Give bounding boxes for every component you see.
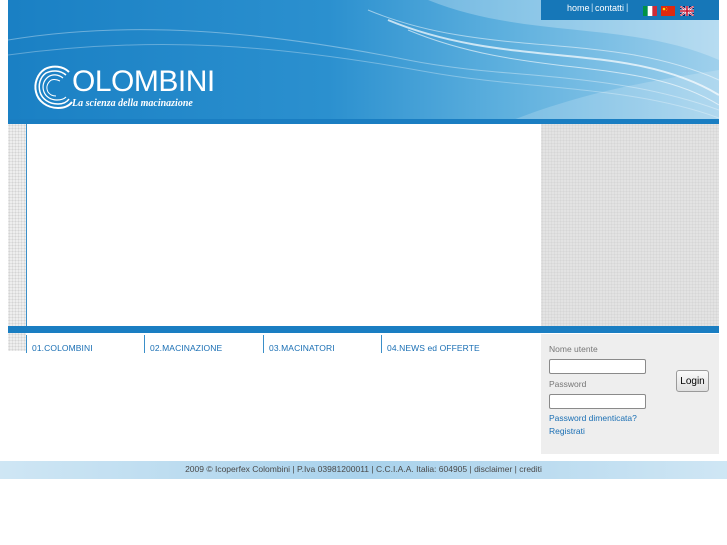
password-label: Password: [549, 379, 587, 389]
footer-text: 2009 © Icoperfex Colombini | P.Iva 03981…: [185, 464, 542, 474]
menu-divider-bar: [8, 326, 719, 333]
left-texture-strip-lower: [8, 333, 26, 351]
password-input[interactable]: [549, 394, 646, 409]
menu-item-label: 04.NEWS ed OFFERTE: [387, 343, 480, 353]
username-input[interactable]: [549, 359, 646, 374]
menu-item-label: 03.MACINATORI: [269, 343, 335, 353]
home-link[interactable]: home: [567, 3, 590, 13]
right-side-panel: [541, 124, 719, 326]
forgot-password-link[interactable]: Password dimenticata?: [549, 413, 637, 423]
left-texture-strip: [8, 124, 26, 326]
login-panel: Nome utente Password Login Password dime…: [541, 334, 719, 454]
menu-item-colombini[interactable]: 01.COLOMBINI: [26, 335, 145, 353]
menu-item-label: 01.COLOMBINI: [32, 343, 93, 353]
uk-flag-icon[interactable]: [680, 6, 694, 16]
register-link[interactable]: Registrati: [549, 426, 585, 436]
nav-separator: |: [591, 2, 594, 12]
chinese-flag-icon[interactable]: [661, 6, 675, 16]
menu-item-news-offerte[interactable]: 04.NEWS ed OFFERTE: [381, 335, 532, 353]
menu-item-macinatori[interactable]: 03.MACINATORI: [263, 335, 382, 353]
main-content-area: [27, 124, 541, 326]
italian-flag-icon[interactable]: [643, 6, 657, 16]
top-navigation: home | contatti |: [541, 0, 719, 20]
login-button[interactable]: Login: [676, 370, 709, 392]
contatti-link[interactable]: contatti: [595, 3, 624, 13]
brand-tagline: La scienza della macinazione: [72, 98, 193, 109]
menu-item-label: 02.MACINAZIONE: [150, 343, 223, 353]
username-label: Nome utente: [549, 344, 598, 354]
nav-separator: |: [626, 2, 629, 12]
brand-name: OLOMBINI: [72, 65, 215, 98]
menu-item-macinazione[interactable]: 02.MACINAZIONE: [144, 335, 263, 353]
colombini-logo-icon[interactable]: [33, 64, 73, 110]
footer: 2009 © Icoperfex Colombini | P.Iva 03981…: [0, 461, 727, 479]
